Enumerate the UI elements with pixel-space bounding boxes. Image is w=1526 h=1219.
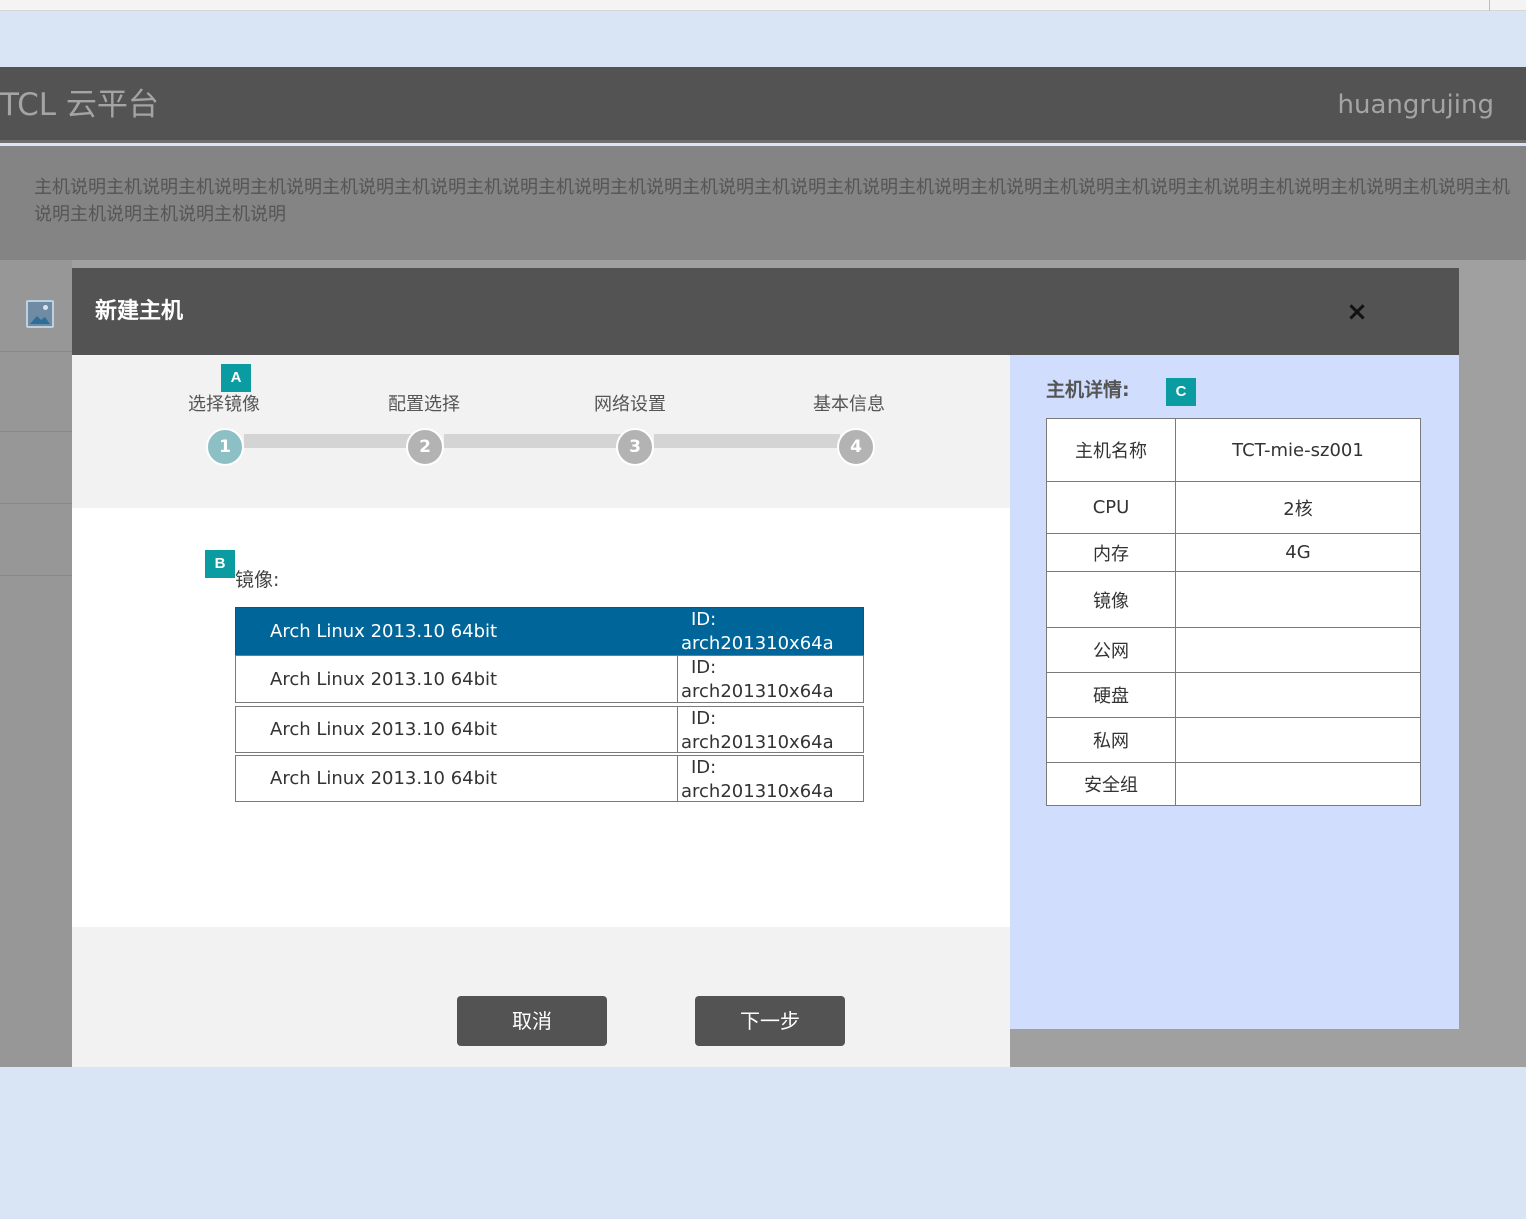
detail-key: CPU: [1046, 481, 1176, 534]
new-host-modal: 新建主机 × A 选择镜像 配置选择 网络设置 基本信息 1 2 3 4 B 镜…: [72, 268, 1459, 1067]
image-id-value: arch201310x64a: [681, 732, 834, 753]
image-id-cell: ID: arch201310x64a: [677, 608, 863, 655]
detail-key: 内存: [1046, 533, 1176, 572]
detail-key: 安全组: [1046, 762, 1176, 806]
detail-key: 硬盘: [1046, 672, 1176, 718]
close-icon[interactable]: ×: [1344, 294, 1370, 330]
browser-strip: [0, 0, 1526, 11]
step-indicator-3[interactable]: 3: [616, 428, 654, 466]
image-name: Arch Linux 2013.10 64bit: [270, 621, 498, 642]
detail-value: [1175, 571, 1421, 628]
detail-key: 镜像: [1046, 571, 1176, 628]
image-id-label: ID:: [691, 657, 717, 678]
detail-value: [1175, 762, 1421, 806]
step-label-network: 网络设置: [594, 394, 666, 415]
image-id-cell: ID: arch201310x64a: [677, 656, 863, 702]
detail-row: 镜像: [1046, 571, 1421, 628]
step-indicator-4[interactable]: 4: [837, 428, 875, 466]
detail-row: 主机名称 TCT-mie-sz001: [1046, 418, 1421, 482]
detail-value: 4G: [1175, 533, 1421, 572]
image-id-label: ID:: [691, 708, 717, 729]
image-id-label: ID:: [691, 609, 717, 630]
image-icon[interactable]: [26, 300, 54, 328]
image-option-row[interactable]: Arch Linux 2013.10 64bit ID: arch201310x…: [235, 706, 864, 753]
modal-title: 新建主机: [95, 299, 184, 324]
browser-strip-divider: [1489, 0, 1490, 11]
image-field-label: 镜像:: [235, 569, 280, 591]
detail-value: TCT-mie-sz001: [1175, 418, 1421, 482]
detail-key: 主机名称: [1046, 418, 1176, 482]
host-details-title: 主机详情:: [1046, 379, 1130, 401]
detail-row: 硬盘: [1046, 672, 1421, 718]
modal-header: 新建主机 ×: [72, 268, 1459, 355]
detail-value: [1175, 627, 1421, 673]
description-bar: 主机说明主机说明主机说明主机说明主机说明主机说明主机说明主机说明主机说明主机说明…: [0, 146, 1526, 260]
step-connector: [654, 434, 840, 448]
image-name: Arch Linux 2013.10 64bit: [270, 768, 498, 789]
image-option-row[interactable]: Arch Linux 2013.10 64bit ID: arch201310x…: [235, 655, 864, 703]
step-connector: [244, 434, 412, 448]
image-id-cell: ID: arch201310x64a: [677, 707, 863, 753]
detail-key: 公网: [1046, 627, 1176, 673]
step-label-select-image: 选择镜像: [188, 394, 260, 415]
image-option-row[interactable]: Arch Linux 2013.10 64bit ID: arch201310x…: [235, 607, 864, 656]
detail-value: 2核: [1175, 481, 1421, 534]
detail-row: 安全组: [1046, 762, 1421, 806]
host-details-table: 主机名称 TCT-mie-sz001 CPU 2核 内存 4G 镜像 公网 硬盘…: [1046, 418, 1421, 806]
sidebar-item[interactable]: [0, 432, 72, 504]
detail-value: [1175, 717, 1421, 763]
detail-key: 私网: [1046, 717, 1176, 763]
step-indicator-2[interactable]: 2: [406, 428, 444, 466]
step-indicator-1[interactable]: 1: [206, 428, 244, 466]
detail-row: 内存 4G: [1046, 533, 1421, 572]
annotation-badge-a: A: [221, 364, 251, 392]
step-label-basic-info: 基本信息: [813, 394, 885, 415]
sidebar-item[interactable]: [0, 360, 72, 432]
cancel-button[interactable]: 取消: [457, 996, 607, 1046]
user-name[interactable]: huangrujing: [1338, 87, 1494, 123]
step-label-config: 配置选择: [388, 394, 460, 415]
image-id-value: arch201310x64a: [681, 781, 834, 802]
image-id-value: arch201310x64a: [681, 681, 834, 702]
left-sidebar: [0, 260, 72, 1067]
annotation-badge-c: C: [1166, 378, 1196, 406]
image-id-label: ID:: [691, 757, 717, 778]
top-navbar: TCL 云平台 huangrujing: [0, 67, 1526, 143]
detail-row: CPU 2核: [1046, 481, 1421, 534]
brand-title: TCL 云平台: [0, 87, 159, 123]
image-name: Arch Linux 2013.10 64bit: [270, 719, 498, 740]
image-name: Arch Linux 2013.10 64bit: [270, 668, 498, 690]
image-id-value: arch201310x64a: [681, 633, 834, 654]
image-option-row[interactable]: Arch Linux 2013.10 64bit ID: arch201310x…: [235, 755, 864, 802]
detail-value: [1175, 672, 1421, 718]
image-id-cell: ID: arch201310x64a: [677, 756, 863, 802]
sidebar-item[interactable]: [0, 504, 72, 576]
step-connector: [444, 434, 622, 448]
detail-row: 私网: [1046, 717, 1421, 763]
host-description: 主机说明主机说明主机说明主机说明主机说明主机说明主机说明主机说明主机说明主机说明…: [34, 177, 1510, 225]
detail-row: 公网: [1046, 627, 1421, 673]
annotation-badge-b: B: [205, 550, 235, 578]
next-step-button[interactable]: 下一步: [695, 996, 845, 1046]
